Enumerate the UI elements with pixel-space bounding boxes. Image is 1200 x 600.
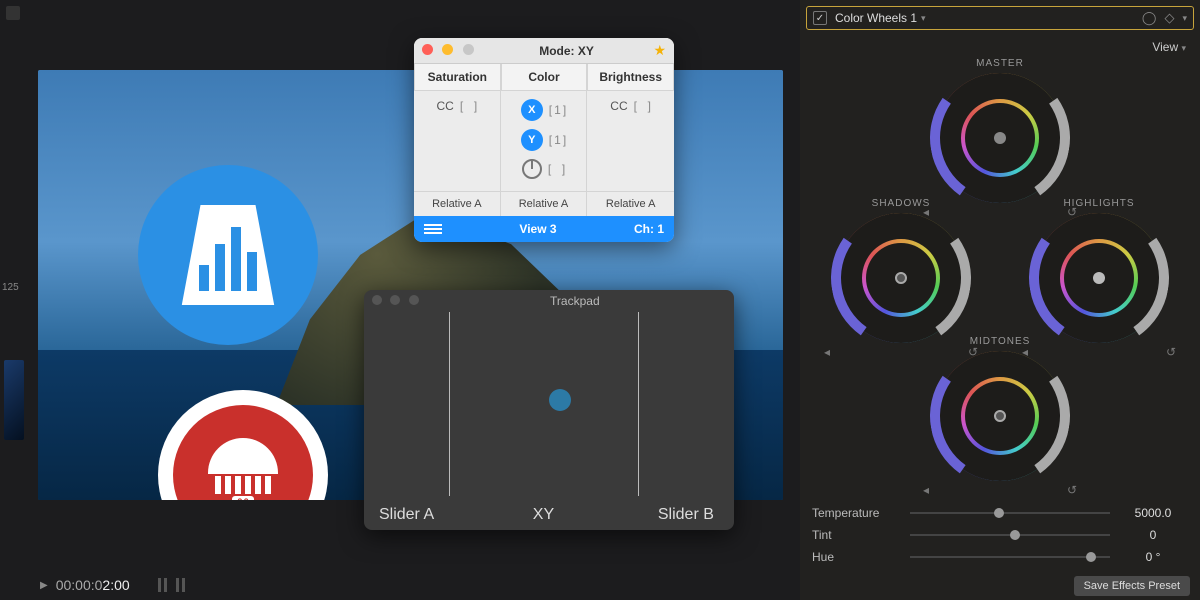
bracket-icon[interactable]: 1 [549, 133, 566, 147]
x-chip[interactable]: X [521, 99, 543, 121]
param-name: Hue [812, 550, 902, 564]
trackpad-panel: Trackpad Slider A XY Slider B [364, 290, 734, 530]
left-sidebar: 125 [0, 0, 28, 600]
wheel-cursor[interactable] [1093, 272, 1105, 284]
col-saturation[interactable]: Saturation [414, 64, 501, 91]
power-icon[interactable] [522, 159, 542, 179]
param-slider[interactable] [910, 534, 1110, 536]
relative-mode-sat[interactable]: Relative A [414, 192, 501, 216]
color-wheel-master[interactable] [935, 73, 1065, 203]
param-value[interactable]: 0 ° [1118, 550, 1188, 564]
keyframe-icon[interactable]: ◇ [1164, 10, 1174, 26]
param-row-temperature: Temperature 5000.0 [812, 502, 1188, 524]
cc-label: CC [436, 99, 453, 113]
divider [449, 312, 450, 496]
xy-cursor[interactable] [549, 389, 571, 411]
relative-mode-col[interactable]: Relative A [501, 192, 588, 216]
star-icon[interactable]: ★ [653, 42, 666, 59]
xy-label: XY [449, 506, 638, 524]
timeline-marks [158, 578, 185, 592]
app-badge-blue [138, 165, 318, 345]
param-value[interactable]: 5000.0 [1118, 506, 1188, 520]
inspector-panel: ✓ Color Wheels 1 ▾ ◯ ◇ ▾ View ▾ MASTER ◂… [800, 0, 1200, 600]
bracket-icon[interactable] [548, 162, 565, 176]
timeline-bar: ▶ 00:00:02:00 [40, 570, 185, 600]
params-list: Temperature 5000.0 Tint 0 Hue 0 ° [812, 502, 1188, 568]
zoom-icon[interactable] [463, 44, 474, 55]
relative-mode-bri[interactable]: Relative A [587, 192, 674, 216]
bracket-icon[interactable] [460, 99, 477, 113]
chevron-down-icon[interactable]: ▾ [1181, 43, 1186, 53]
effect-title: Color Wheels 1 [835, 11, 917, 25]
saturation-cell: CC [414, 91, 501, 191]
tower-icon [208, 438, 278, 474]
close-icon[interactable] [372, 295, 382, 305]
color-wheel-midtones[interactable] [935, 351, 1065, 481]
divider [638, 312, 639, 496]
bars-icon [173, 205, 283, 305]
hamburger-icon[interactable] [424, 224, 442, 234]
prev-icon[interactable]: ◂ [824, 345, 830, 359]
prev-icon[interactable]: ◂ [923, 483, 929, 497]
col-color[interactable]: Color [501, 64, 588, 91]
slider-knob[interactable] [1086, 552, 1096, 562]
color-cell: X 1 Y 1 [501, 91, 588, 191]
close-icon[interactable] [422, 44, 433, 55]
play-icon[interactable]: ▶ [40, 580, 48, 591]
trackpad-surface[interactable] [364, 312, 734, 496]
zoom-icon[interactable] [409, 295, 419, 305]
sidebar-thumb[interactable] [6, 6, 20, 20]
param-row-hue: Hue 0 ° [812, 546, 1188, 568]
color-wheel-highlights[interactable] [1034, 213, 1164, 343]
slider-a-label: Slider A [364, 506, 449, 524]
param-row-tint: Tint 0 [812, 524, 1188, 546]
view-menu[interactable]: View [1152, 40, 1178, 54]
channel-label[interactable]: Ch: 1 [634, 222, 664, 236]
reset-icon[interactable]: ↺ [1067, 483, 1077, 497]
effect-header[interactable]: ✓ Color Wheels 1 ▾ ◯ ◇ ▾ [806, 6, 1194, 30]
wheel-cursor[interactable] [994, 132, 1006, 144]
mode-title-prefix: Mode: [539, 44, 574, 58]
color-wheel-shadows[interactable] [836, 213, 966, 343]
col-brightness[interactable]: Brightness [587, 64, 674, 91]
slider-b-label: Slider B [638, 506, 734, 524]
slider-knob[interactable] [994, 508, 1004, 518]
chevron-down-icon[interactable]: ▾ [921, 13, 926, 24]
param-name: Tint [812, 528, 902, 542]
view-label[interactable]: View 3 [442, 222, 634, 236]
mode-panel-titlebar[interactable]: Mode: XY ★ [414, 38, 674, 64]
y-chip[interactable]: Y [521, 129, 543, 151]
minimize-icon[interactable] [442, 44, 453, 55]
save-effects-preset-button[interactable]: Save Effects Preset [1074, 576, 1190, 596]
mode-title-value: XY [578, 44, 594, 58]
sidebar-clip-thumb[interactable] [4, 360, 24, 440]
effect-enable-checkbox[interactable]: ✓ [813, 11, 827, 25]
bracket-icon[interactable]: 1 [549, 103, 566, 117]
param-value[interactable]: 0 [1118, 528, 1188, 542]
command-icon: ⌘ [232, 496, 254, 501]
wheel-cursor[interactable] [895, 272, 907, 284]
cc-label: CC [610, 99, 627, 113]
slider-knob[interactable] [1010, 530, 1020, 540]
trackpad-titlebar[interactable]: Trackpad [364, 290, 734, 312]
clip-number: 125 [2, 282, 19, 293]
trackpad-title: Trackpad [424, 294, 726, 308]
param-slider[interactable] [910, 512, 1110, 514]
param-name: Temperature [812, 506, 902, 520]
reset-icon[interactable]: ↺ [1166, 345, 1176, 359]
mask-icon[interactable]: ◯ [1142, 10, 1157, 26]
minimize-icon[interactable] [390, 295, 400, 305]
timecode[interactable]: 00:00:02:00 [56, 577, 130, 593]
wheel-cursor[interactable] [994, 410, 1006, 422]
bracket-icon[interactable] [634, 99, 651, 113]
param-slider[interactable] [910, 556, 1110, 558]
mode-panel: Mode: XY ★ Saturation Color Brightness C… [414, 38, 674, 242]
brightness-cell: CC [587, 91, 674, 191]
chevron-down-icon[interactable]: ▾ [1182, 13, 1187, 24]
